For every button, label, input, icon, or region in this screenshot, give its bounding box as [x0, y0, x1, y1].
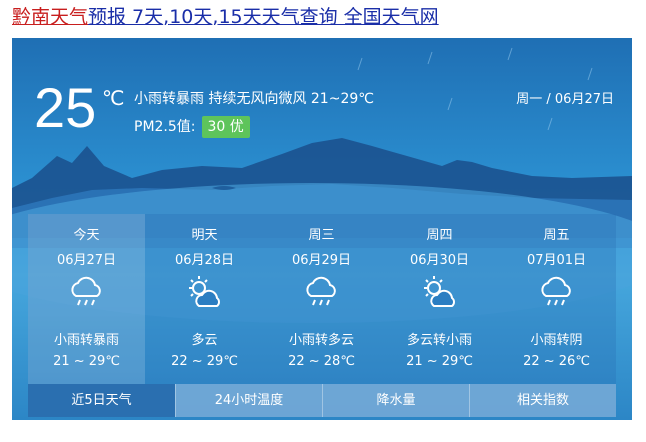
day-temp-range: 22 ~ 28℃	[288, 354, 355, 369]
forecast-10day-link[interactable]: 10天	[169, 6, 212, 28]
day-date: 06月30日	[409, 253, 470, 268]
day-temp-range: 21 ~ 29℃	[406, 354, 473, 369]
temperature-unit: ℃	[102, 86, 125, 110]
city-link[interactable]: 黔南天气	[12, 6, 88, 28]
day-name: 今天	[73, 228, 100, 243]
forecast-day-wed[interactable]: 周三 06月29日 小雨转多云 22 ~ 28℃	[263, 214, 380, 384]
day-date: 07月01日	[526, 253, 587, 268]
current-temperature: 25	[34, 76, 97, 139]
day-date: 06月27日	[56, 253, 117, 268]
day-name: 周五	[543, 228, 570, 243]
pm25-label: PM2.5值:	[134, 119, 196, 135]
day-name: 周三	[308, 228, 335, 243]
cloud-rain-icon	[306, 276, 336, 306]
weather-panel: 25 ℃ 小雨转暴雨 持续无风向微风 21~29℃ PM2.5值: 30 优 周一…	[12, 38, 632, 420]
day-date: 06月28日	[174, 253, 235, 268]
forecast-day-today[interactable]: 今天 06月27日 小雨转暴雨 21 ~ 29℃	[28, 214, 145, 384]
day-temp-range: 22 ~ 26℃	[523, 354, 590, 369]
current-date: 周一 / 06月27日	[516, 92, 614, 107]
tab-5day[interactable]: 近5日天气	[28, 384, 175, 417]
view-tabs: 近5日天气 24小时温度 降水量 相关指数	[28, 384, 616, 417]
tab-24h-temperature[interactable]: 24小时温度	[175, 384, 322, 417]
day-temp-range: 21 ~ 29℃	[53, 354, 120, 369]
forecast-15day-link[interactable]: 15天天气查询 全国天气网	[218, 6, 438, 28]
day-name: 周四	[426, 228, 453, 243]
day-condition: 小雨转多云	[288, 333, 354, 348]
tab-indices[interactable]: 相关指数	[469, 384, 616, 417]
day-condition: 多云转小雨	[406, 333, 472, 348]
cloud-rain-icon	[71, 276, 101, 306]
day-condition: 多云	[191, 333, 218, 348]
partly-cloudy-icon	[424, 276, 455, 307]
cloud-rain-icon	[541, 276, 571, 306]
tab-precipitation[interactable]: 降水量	[322, 384, 469, 417]
pm25-row: PM2.5值: 30 优	[134, 116, 250, 138]
day-name: 明天	[191, 228, 218, 243]
day-condition: 小雨转暴雨	[53, 333, 119, 348]
aqi-badge: 30 优	[201, 116, 250, 138]
day-temp-range: 22 ~ 29℃	[171, 354, 238, 369]
day-condition: 小雨转阴	[530, 333, 583, 348]
forecast-7day-link[interactable]: 预报 7天	[88, 6, 163, 28]
forecast-day-thu[interactable]: 周四 06月30日 多云转小雨 21 ~ 29℃	[381, 214, 498, 384]
forecast-day-fri[interactable]: 周五 07月01日 小雨转阴 22 ~ 26℃	[498, 214, 615, 384]
forecast-day-tomorrow[interactable]: 明天 06月28日 多云 22 ~ 29℃	[146, 214, 263, 384]
current-condition: 小雨转暴雨 持续无风向微风 21~29℃	[134, 91, 374, 107]
forecast-strip: 今天 06月27日 小雨转暴雨 21 ~ 29℃ 明天 06月28日 多云 22…	[28, 214, 616, 384]
page-title: 黔南天气预报 7天,10天,15天天气查询 全国天气网	[12, 5, 439, 29]
day-date: 06月29日	[291, 253, 352, 268]
partly-cloudy-icon	[189, 276, 220, 307]
